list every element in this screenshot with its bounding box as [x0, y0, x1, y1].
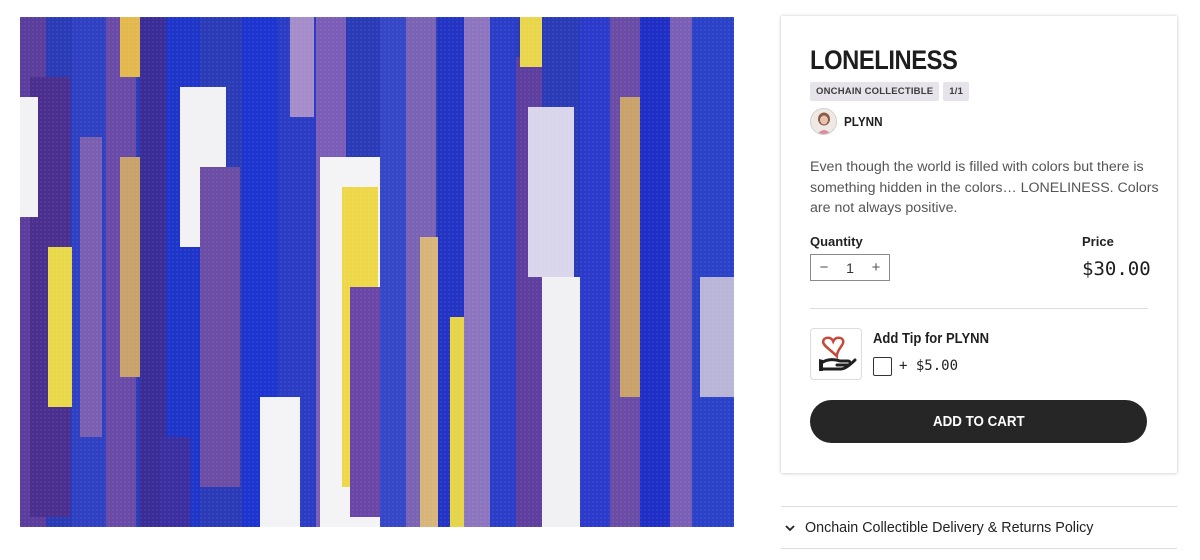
artwork-image[interactable] — [20, 17, 734, 527]
edition-badge: 1/1 — [943, 82, 970, 101]
price-label: Price — [1082, 234, 1114, 249]
abstract-painting — [20, 17, 734, 527]
artist-link[interactable]: PLYNN — [810, 108, 887, 135]
onchain-collectible-badge: ONCHAIN COLLECTIBLE — [810, 82, 940, 101]
tip-amount: + $5.00 — [899, 358, 959, 374]
tip-title: Add Tip for PLYNN — [873, 331, 990, 347]
badge-row: ONCHAIN COLLECTIBLE 1/1 — [810, 82, 970, 101]
quantity-label: Quantity — [810, 234, 863, 249]
tip-checkbox[interactable] — [873, 357, 892, 376]
chevron-down-icon — [783, 521, 797, 535]
product-card: LONELINESS ONCHAIN COLLECTIBLE 1/1 PLYNN… — [781, 16, 1177, 473]
artist-name: PLYNN — [844, 114, 883, 129]
add-to-cart-label: ADD TO CART — [932, 413, 1025, 430]
policy-label: Onchain Collectible Delivery & Returns P… — [805, 519, 1094, 536]
price-value: $30.00 — [1082, 258, 1151, 280]
artist-avatar — [810, 108, 837, 135]
policy-divider-bottom — [781, 548, 1177, 549]
minus-icon[interactable]: − — [817, 259, 831, 276]
divider — [810, 308, 1148, 309]
plus-icon[interactable]: + — [869, 259, 883, 276]
hand-heart-icon — [810, 328, 862, 380]
product-description: Even though the world is filled with col… — [810, 159, 1159, 216]
add-to-cart-button[interactable]: ADD TO CART — [810, 400, 1147, 443]
product-title: LONELINESS — [810, 45, 958, 75]
quantity-value[interactable]: 1 — [846, 260, 854, 276]
delivery-returns-policy-toggle[interactable]: Onchain Collectible Delivery & Returns P… — [781, 507, 1177, 548]
quantity-stepper: − 1 + — [810, 254, 890, 281]
